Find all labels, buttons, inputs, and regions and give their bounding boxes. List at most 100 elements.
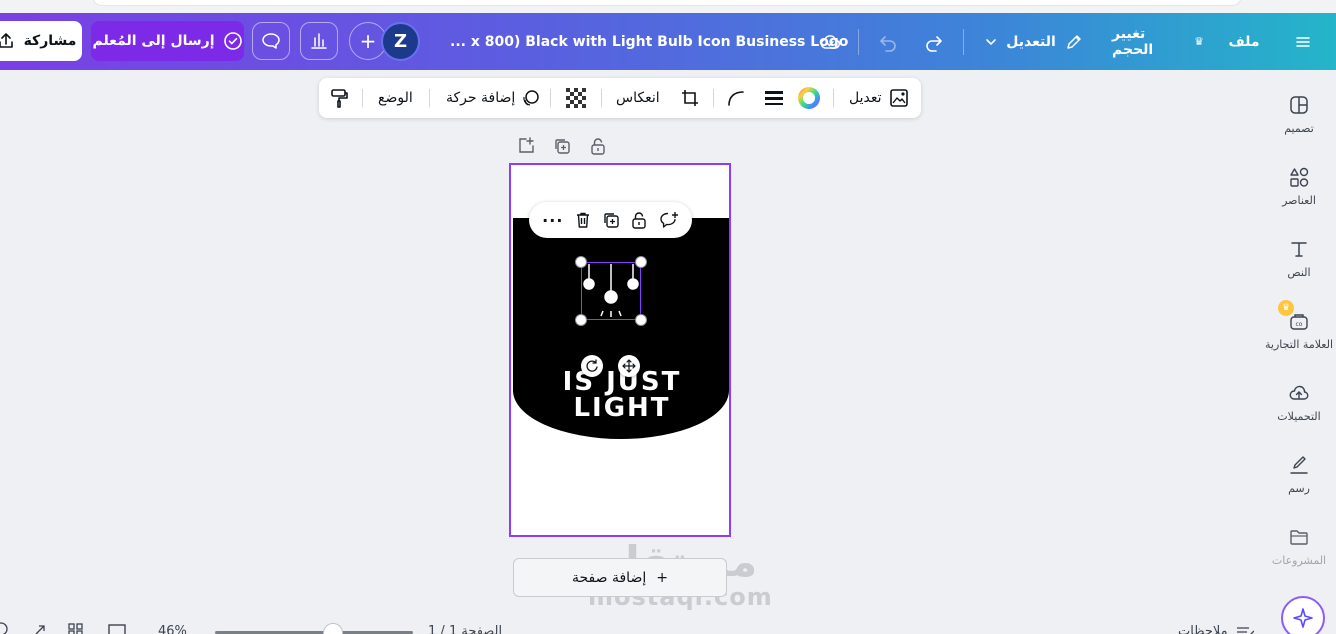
border-style-button[interactable] <box>763 78 785 118</box>
main-menu-button[interactable] <box>1290 13 1316 70</box>
toolbar-divider <box>601 89 602 107</box>
edit-mode-label: التعديل <box>1006 33 1056 50</box>
elements-icon <box>1288 166 1310 188</box>
comment-icon <box>260 30 282 52</box>
duplicate-element-icon[interactable] <box>602 211 620 229</box>
redo-icon <box>923 31 945 53</box>
bottom-bar: 46% الصفحة 1 / 1 ملاحظات <box>0 620 1336 634</box>
rotate-handle[interactable] <box>581 355 603 377</box>
zoom-slider-thumb[interactable] <box>323 623 343 634</box>
corner-radius-icon <box>726 88 746 108</box>
insights-button[interactable] <box>300 22 338 60</box>
lock-element-icon[interactable] <box>630 211 648 229</box>
crown-icon: ♛ <box>1194 35 1204 48</box>
undo-icon <box>877 31 899 53</box>
page-view-icon[interactable] <box>108 623 126 634</box>
browser-address-pill <box>92 0 1242 6</box>
page-indicator[interactable]: الصفحة 1 / 1 <box>428 624 502 634</box>
sidebar-item-text[interactable]: النص <box>1262 238 1336 279</box>
transparency-button[interactable] <box>566 78 586 118</box>
toolbar-divider <box>833 89 834 107</box>
selection-box <box>581 262 641 320</box>
sidebar-item-projects[interactable]: المشروعات <box>1262 526 1336 567</box>
cloud-save-status[interactable] <box>814 13 846 70</box>
corner-rounding-button[interactable] <box>726 78 746 118</box>
draw-icon <box>1288 454 1310 476</box>
animate-button[interactable]: إضافة حركة <box>446 78 541 118</box>
fullscreen-icon[interactable] <box>33 623 47 634</box>
notes-button-label[interactable]: ملاحظات <box>1178 624 1228 634</box>
sidebar-item-draw[interactable]: رسم <box>1262 454 1336 495</box>
pencil-icon <box>1064 32 1084 52</box>
resize-handle-bottom-left[interactable] <box>575 314 587 326</box>
sidebar-item-label: العلامة التجارية <box>1264 338 1333 351</box>
image-toolbar: الوضع إضافة حركة انعكاس تعديل <box>319 78 921 118</box>
share-button[interactable]: مشاركة <box>0 21 82 61</box>
svg-text:co: co <box>1296 321 1303 328</box>
text-icon <box>1288 238 1310 260</box>
border-color-button[interactable] <box>797 78 821 118</box>
file-menu-label: ملف <box>1228 33 1260 50</box>
sidebar-item-label: العناصر <box>1282 194 1316 207</box>
comment-button[interactable] <box>252 22 290 60</box>
sidebar-item-uploads[interactable]: التحميلات <box>1262 382 1336 423</box>
add-comment-icon[interactable] <box>659 211 679 229</box>
header-divider <box>858 29 859 55</box>
user-avatar[interactable]: Z <box>381 22 420 61</box>
crop-button[interactable] <box>679 78 701 118</box>
notes-icon[interactable] <box>1236 625 1254 634</box>
redo-button[interactable] <box>919 13 949 70</box>
chevron-down-icon <box>984 35 998 49</box>
bar-chart-icon <box>308 30 330 52</box>
plus-icon: + <box>656 569 668 586</box>
sidebar-item-design[interactable]: تصميم <box>1262 94 1336 135</box>
resize-handle-top-left[interactable] <box>575 256 587 268</box>
add-page-label: إضافة صفحة <box>572 569 647 586</box>
folder-icon <box>1288 526 1310 548</box>
cloud-check-icon <box>818 30 842 54</box>
file-menu-button[interactable]: ملف <box>1226 13 1262 70</box>
move-handle[interactable] <box>618 355 640 377</box>
sidebar-item-label: تصميم <box>1284 122 1314 135</box>
lock-page-icon[interactable] <box>589 137 607 155</box>
page-actions <box>517 137 607 155</box>
position-button[interactable]: الوضع <box>378 78 413 118</box>
image-edit-icon <box>888 87 910 109</box>
toolbar-divider <box>550 89 551 107</box>
sidebar-item-label: النص <box>1287 266 1311 279</box>
toolbar-divider <box>713 89 714 107</box>
more-options-icon[interactable]: ··· <box>542 211 563 230</box>
rotate-icon <box>585 359 599 373</box>
resize-label: تغيير الحجم <box>1112 25 1154 58</box>
resize-handle-top-right[interactable] <box>635 256 647 268</box>
document-title[interactable]: ... x 800) Black with Light Bulb Icon Bu… <box>450 13 848 70</box>
add-page-button[interactable]: إضافة صفحة + <box>513 558 727 597</box>
check-circle-icon <box>223 31 243 51</box>
sidebar-item-label: التحميلات <box>1277 410 1321 423</box>
undo-button[interactable] <box>873 13 903 70</box>
header-divider <box>963 29 964 55</box>
transparency-checker-icon <box>566 88 586 108</box>
logo-text-line2[interactable]: LIGHT <box>511 395 729 421</box>
hamburger-icon <box>1294 33 1312 51</box>
add-page-icon[interactable] <box>517 137 535 155</box>
paint-roller-icon <box>328 87 350 109</box>
copy-style-button[interactable] <box>328 78 350 118</box>
grid-view-icon[interactable] <box>68 623 84 634</box>
send-to-teacher-label: إرسال إلى المُعلم <box>92 33 215 49</box>
sidebar-item-elements[interactable]: العناصر <box>1262 166 1336 207</box>
edit-image-button[interactable]: تعديل <box>849 78 910 118</box>
delete-icon[interactable] <box>574 211 592 229</box>
layout-icon <box>1288 94 1310 116</box>
animate-label: إضافة حركة <box>446 90 516 106</box>
send-to-teacher-button[interactable]: إرسال إلى المُعلم <box>91 21 244 61</box>
resize-handle-bottom-right[interactable] <box>635 314 647 326</box>
flip-button[interactable]: انعكاس <box>616 78 660 118</box>
help-icon[interactable] <box>0 622 8 634</box>
resize-button[interactable]: تغيير الحجم ♛ <box>1112 13 1204 70</box>
edit-mode-dropdown[interactable]: التعديل <box>982 13 1086 70</box>
duplicate-page-icon[interactable] <box>553 137 571 155</box>
sidebar-item-brand[interactable]: co ♛ العلامة التجارية <box>1262 300 1336 351</box>
element-context-menu: ··· <box>529 202 692 238</box>
zoom-level[interactable]: 46% <box>158 624 187 634</box>
